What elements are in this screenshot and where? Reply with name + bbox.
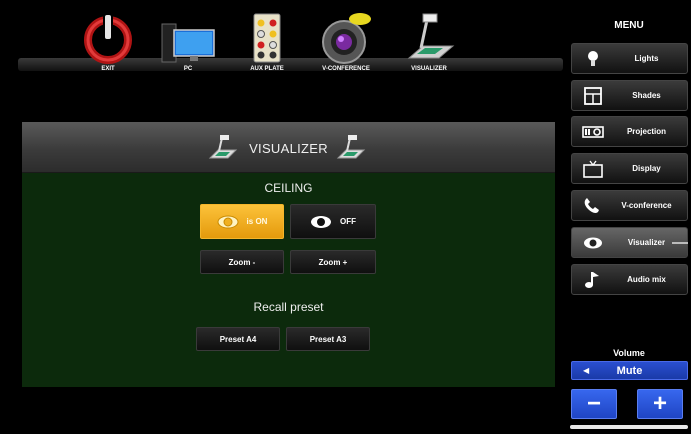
panel-title: VISUALIZER (249, 141, 328, 156)
pc-icon (161, 23, 215, 63)
eye-icon (311, 215, 331, 228)
source-aux-button[interactable]: AUX PLATE (227, 6, 307, 76)
zoom-minus-button[interactable]: Zoom - (200, 250, 284, 274)
volume-down-button[interactable]: − (571, 389, 617, 419)
volume-title: Volume (613, 348, 645, 358)
preset-a3-button[interactable]: Preset A3 (286, 327, 370, 351)
ceiling-on-button[interactable]: is ON (200, 204, 284, 239)
power-icon (84, 13, 132, 64)
ceiling-on-label: is ON (246, 217, 268, 226)
menu-item-label: Display (632, 164, 661, 173)
volume-level-bar[interactable] (570, 425, 688, 429)
ceiling-heading: CEILING (264, 181, 313, 195)
source-bar: EXIT PC AUX PLATE V-CONFERENCE VISUALIZE… (0, 0, 563, 84)
source-label: V-CONFERENCE (322, 66, 370, 72)
eye-icon (217, 215, 239, 228)
ceiling-off-label: OFF (340, 217, 356, 226)
source-label: EXIT (101, 66, 115, 72)
bulb-icon (588, 51, 598, 66)
music-note-icon (585, 272, 599, 288)
menu-item-shades[interactable]: Shades (571, 80, 688, 111)
preset-a4-button[interactable]: Preset A4 (196, 327, 280, 351)
source-label: AUX PLATE (250, 66, 284, 72)
menu-item-projection[interactable]: Projection (571, 116, 688, 147)
menu-item-label: V-conference (621, 201, 672, 210)
menu-item-label: Shades (632, 91, 661, 100)
volume-up-button[interactable]: + (637, 389, 683, 419)
menu-item-lights[interactable]: Lights (571, 43, 688, 74)
phone-icon (584, 198, 599, 213)
source-pc-button[interactable]: PC (148, 6, 228, 76)
tv-icon (583, 160, 603, 178)
menu-item-visualizer[interactable]: Visualizer (571, 227, 688, 258)
zoom-plus-button[interactable]: Zoom + (290, 250, 376, 274)
menu-selection-indicator (672, 242, 688, 244)
menu-item-audio-mix[interactable]: Audio mix (571, 264, 688, 295)
source-visualizer-button[interactable]: VISUALIZER (389, 6, 469, 76)
mute-button[interactable]: ◀ Mute (571, 361, 688, 380)
eye-icon (584, 237, 602, 249)
visualizer-icon (407, 13, 455, 59)
window-icon (584, 87, 602, 105)
ceiling-off-button[interactable]: OFF (290, 204, 376, 239)
menu-item-display[interactable]: Display (571, 153, 688, 184)
aux-plate-icon (253, 13, 281, 63)
menu-item-vconference[interactable]: V-conference (571, 190, 688, 221)
source-exit-button[interactable]: EXIT (68, 6, 148, 76)
source-label: VISUALIZER (411, 66, 447, 72)
preset-heading: Recall preset (253, 300, 324, 314)
menu-title: MENU (614, 20, 644, 31)
menu-item-label: Audio mix (627, 275, 666, 284)
visualizer-icon (336, 135, 366, 159)
source-vconference-button[interactable]: V-CONFERENCE (306, 6, 386, 76)
panel-header: VISUALIZER (22, 122, 555, 173)
mute-label: Mute (616, 365, 643, 377)
menu-item-label: Projection (626, 127, 667, 136)
projector-icon (582, 126, 604, 138)
source-label: PC (183, 66, 193, 72)
camera-icon (322, 13, 371, 64)
visualizer-panel: VISUALIZER CEILING is ON OFF Zoom - Zoom… (22, 122, 555, 387)
menu-item-label: Lights (634, 54, 659, 63)
